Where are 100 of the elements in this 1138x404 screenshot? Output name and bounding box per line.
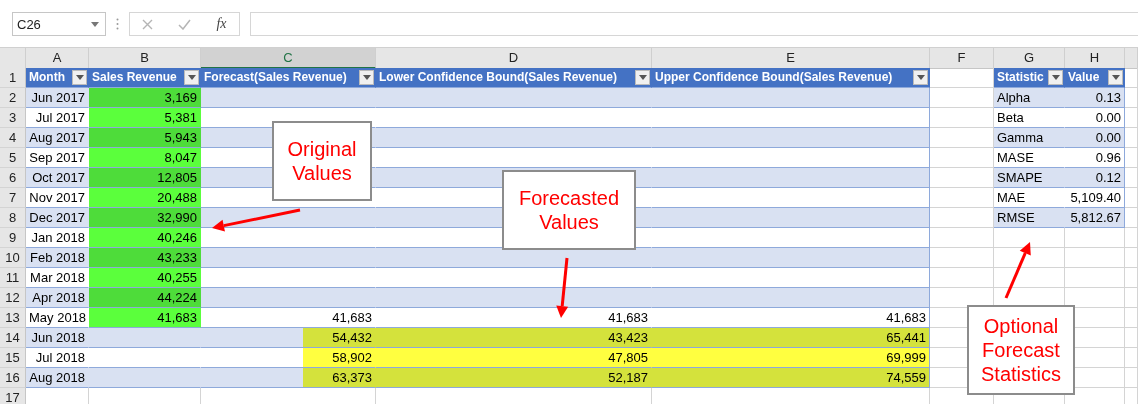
column-heading: Statistic: [997, 69, 1044, 86]
row-number[interactable]: 9: [0, 228, 26, 248]
callout-box: Forecasted Values: [502, 170, 636, 250]
filter-button[interactable]: [635, 70, 650, 85]
table-cell: 20,488: [89, 188, 201, 208]
arrow: [556, 257, 569, 318]
column-heading: Sales Revenue: [92, 69, 177, 86]
caret-icon[interactable]: [1051, 75, 1060, 80]
caret-icon[interactable]: [187, 75, 196, 80]
filter-button[interactable]: [184, 70, 199, 85]
column-header[interactable]: F: [930, 48, 994, 69]
table-cell: RMSE: [994, 208, 1065, 228]
row-number[interactable]: 13: [0, 308, 26, 328]
table-cell: 40,255: [89, 268, 201, 288]
empty-cell: [1125, 208, 1138, 228]
table-cell: Gamma: [994, 128, 1065, 148]
empty-cell: [1065, 228, 1125, 248]
table-cell: 0.00: [1065, 128, 1125, 148]
empty-cell: [930, 188, 994, 208]
table-cell: 5,381: [89, 108, 201, 128]
table-cell: Jun 2018: [26, 328, 89, 348]
table-cell: 41,683: [89, 308, 201, 328]
row-number[interactable]: 17: [0, 388, 26, 404]
column-header[interactable]: C: [201, 48, 376, 69]
row-number[interactable]: 2: [0, 88, 26, 108]
callout-box: Optional Forecast Statistics: [967, 305, 1075, 395]
filter-button[interactable]: [72, 70, 87, 85]
formula-field[interactable]: [250, 12, 1138, 36]
row-number[interactable]: 14: [0, 328, 26, 348]
empty-cell: [1125, 168, 1138, 188]
table-cell: 69,999: [652, 348, 930, 368]
empty-cell: [1125, 128, 1138, 148]
table-cell: Aug 2017: [26, 128, 89, 148]
filter-button[interactable]: [359, 70, 374, 85]
caret-icon[interactable]: [916, 75, 925, 80]
row-number[interactable]: 16: [0, 368, 26, 388]
empty-cell: [930, 148, 994, 168]
row-number[interactable]: 6: [0, 168, 26, 188]
empty-cell: [1125, 88, 1138, 108]
table-cell: 5,812.67: [1065, 208, 1125, 228]
column-heading: Lower Confidence Bound(Sales Revenue): [379, 69, 618, 86]
table-cell: 43,233: [89, 248, 201, 268]
table-cell: 52,187: [376, 368, 652, 388]
table-cell: Oct 2017: [26, 168, 89, 188]
table-cell: 5,943: [89, 128, 201, 148]
row-number[interactable]: 7: [0, 188, 26, 208]
insert-function-button[interactable]: fx: [216, 16, 227, 32]
filter-button[interactable]: [1048, 70, 1063, 85]
empty-cell: [930, 268, 994, 288]
table-cell: 0.13: [1065, 88, 1125, 108]
row-number[interactable]: 3: [0, 108, 26, 128]
filter-button[interactable]: [913, 70, 928, 85]
empty-cell: [1065, 248, 1125, 268]
table-cell: 3,169: [89, 88, 201, 108]
table-cell: SMAPE: [994, 168, 1065, 188]
arrow: [1004, 242, 1031, 299]
table-cell: Dec 2017: [26, 208, 89, 228]
caret-icon[interactable]: [91, 21, 99, 27]
row-number[interactable]: 10: [0, 248, 26, 268]
table-cell: 43,423: [376, 328, 652, 348]
name-box[interactable]: C26: [12, 12, 106, 36]
caret-icon[interactable]: [362, 75, 371, 80]
empty-cell: [1125, 328, 1138, 348]
table-cell: Jun 2017: [26, 88, 89, 108]
row-number[interactable]: 5: [0, 148, 26, 168]
empty-cell: [1125, 268, 1138, 288]
empty-cell: [1125, 108, 1138, 128]
row-number[interactable]: 11: [0, 268, 26, 288]
cell-reference: C26: [17, 16, 41, 32]
row-number[interactable]: 15: [0, 348, 26, 368]
row-number[interactable]: 12: [0, 288, 26, 308]
grip-icon: [116, 18, 119, 30]
filter-button[interactable]: [1108, 70, 1123, 85]
table-cell: 65,441: [652, 328, 930, 348]
caret-icon[interactable]: [638, 75, 647, 80]
empty-cell: [930, 108, 994, 128]
table-cell: Alpha: [994, 88, 1065, 108]
table-cell: 74,559: [652, 368, 930, 388]
table-cell: 32,990: [89, 208, 201, 228]
table-cell: 40,246: [89, 228, 201, 248]
caret-icon[interactable]: [1111, 75, 1120, 80]
empty-cell: [1125, 148, 1138, 168]
table-cell: 54,432: [201, 328, 376, 348]
column-heading: Value: [1068, 69, 1100, 86]
table-cell: 58,902: [201, 348, 376, 368]
empty-cell: [1125, 308, 1138, 328]
row-number[interactable]: 8: [0, 208, 26, 228]
empty-cell: [1065, 268, 1125, 288]
column-heading: Forecast(Sales Revenue): [204, 69, 347, 86]
table-cell: 47,805: [376, 348, 652, 368]
empty-cell: [1125, 248, 1138, 268]
column-heading: Month: [29, 69, 65, 86]
row-number[interactable]: 4: [0, 128, 26, 148]
row-number[interactable]: 1: [0, 68, 26, 88]
empty-cell: [1125, 368, 1138, 388]
table-cell: Feb 2018: [26, 248, 89, 268]
check-icon[interactable]: [178, 18, 192, 30]
empty-cell: [930, 228, 994, 248]
caret-icon[interactable]: [75, 75, 84, 80]
table-cell: Apr 2018: [26, 288, 89, 308]
